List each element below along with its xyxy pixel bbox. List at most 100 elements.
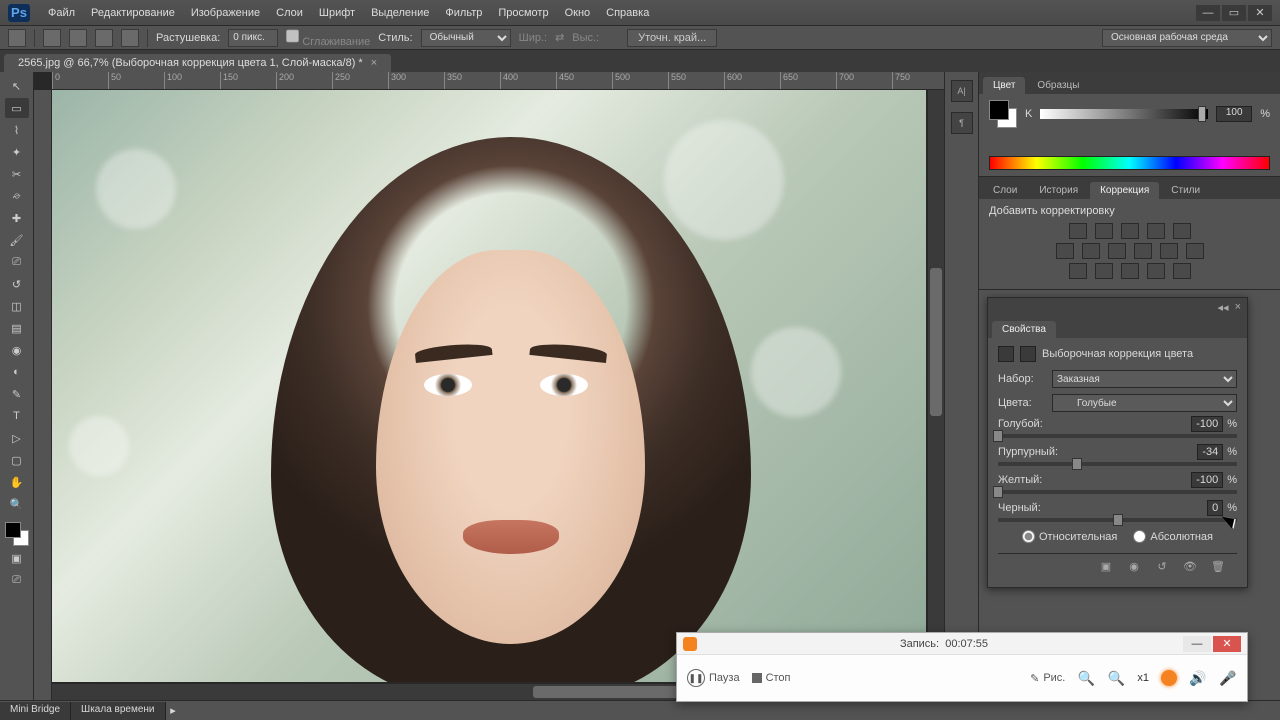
maximize-button[interactable]: ▭ — [1222, 5, 1246, 21]
menu-select[interactable]: Выделение — [363, 3, 437, 23]
slider-track[interactable] — [998, 518, 1237, 522]
tab-adjustments[interactable]: Коррекция — [1090, 182, 1159, 199]
eyedropper-tool[interactable]: ⌮ — [5, 186, 29, 206]
adj-threshold-icon[interactable] — [1121, 263, 1139, 279]
color-swatches[interactable] — [5, 522, 29, 546]
tab-minibridge[interactable]: Mini Bridge — [0, 702, 71, 720]
menu-type[interactable]: Шрифт — [311, 3, 363, 23]
adj-invert-icon[interactable] — [1069, 263, 1087, 279]
brush-tool[interactable]: 🖌 — [5, 230, 29, 250]
screenmode-toggle[interactable]: ⎚ — [5, 570, 29, 590]
character-panel-icon[interactable]: A| — [951, 80, 973, 102]
close-button[interactable]: ✕ — [1248, 5, 1272, 21]
delete-icon[interactable]: 🗑 — [1209, 559, 1227, 575]
menu-view[interactable]: Просмотр — [490, 3, 556, 23]
crop-tool[interactable]: ✂ — [5, 164, 29, 184]
selection-add-icon[interactable] — [69, 29, 87, 47]
path-select-tool[interactable]: ▷ — [5, 428, 29, 448]
view-previous-icon[interactable]: ◉ — [1125, 559, 1143, 575]
slider-value[interactable]: -100 — [1191, 472, 1223, 488]
clip-to-layer-icon[interactable]: ▣ — [1097, 559, 1115, 575]
color-swatch[interactable] — [989, 100, 1017, 128]
panel-close-icon[interactable]: × — [1235, 301, 1241, 313]
preset-select[interactable]: Заказная — [1052, 370, 1237, 388]
adj-colorbalance-icon[interactable] — [1082, 243, 1100, 259]
style-select[interactable]: Обычный — [421, 29, 511, 47]
feather-input[interactable] — [228, 29, 278, 47]
adj-colorlookup-icon[interactable] — [1186, 243, 1204, 259]
stamp-tool[interactable]: ⎚ — [5, 252, 29, 272]
tab-timeline[interactable]: Шкала времени — [71, 702, 165, 720]
stop-button[interactable]: Стоп — [752, 672, 791, 684]
zoom-out-icon[interactable]: 🔍 — [1107, 669, 1125, 687]
refine-edge-button[interactable]: Уточн. край... — [627, 29, 717, 47]
selection-new-icon[interactable] — [43, 29, 61, 47]
draw-button[interactable]: ✎Рис. — [1030, 672, 1065, 685]
menu-help[interactable]: Справка — [598, 3, 657, 23]
menu-edit[interactable]: Редактирование — [83, 3, 183, 23]
slider-value[interactable]: -100 — [1191, 416, 1223, 432]
menu-layer[interactable]: Слои — [268, 3, 311, 23]
adj-photofilter-icon[interactable] — [1134, 243, 1152, 259]
slider-track[interactable] — [998, 490, 1237, 494]
volume-icon[interactable]: 🔊 — [1189, 669, 1207, 687]
hand-tool[interactable]: ✋ — [5, 472, 29, 492]
dodge-tool[interactable]: ◐ — [5, 362, 29, 382]
adj-levels-icon[interactable] — [1095, 223, 1113, 239]
slider-track[interactable] — [998, 434, 1237, 438]
pen-tool[interactable]: ✎ — [5, 384, 29, 404]
screen-recorder-window[interactable]: Запись: 00:07:55 — ✕ ❚❚Пауза Стоп ✎Рис. … — [676, 632, 1248, 702]
quickmask-toggle[interactable]: ▣ — [5, 548, 29, 568]
adj-brightness-icon[interactable] — [1069, 223, 1087, 239]
history-brush-tool[interactable]: ↺ — [5, 274, 29, 294]
adj-bw-icon[interactable] — [1108, 243, 1126, 259]
workspace-select[interactable]: Основная рабочая среда — [1102, 29, 1272, 47]
eraser-tool[interactable]: ◫ — [5, 296, 29, 316]
tab-layers[interactable]: Слои — [983, 182, 1027, 199]
tool-preset-icon[interactable] — [8, 29, 26, 47]
slider-value[interactable]: 0 — [1207, 500, 1223, 516]
k-slider[interactable] — [1040, 109, 1208, 119]
gradient-tool[interactable]: ▤ — [5, 318, 29, 338]
blur-tool[interactable]: ◉ — [5, 340, 29, 360]
adj-selectivecolor-icon[interactable] — [1173, 263, 1191, 279]
adj-gradientmap-icon[interactable] — [1147, 263, 1165, 279]
adj-exposure-icon[interactable] — [1147, 223, 1165, 239]
selection-intersect-icon[interactable] — [121, 29, 139, 47]
recorder-close[interactable]: ✕ — [1213, 636, 1241, 652]
k-value[interactable]: 100 — [1216, 106, 1252, 122]
close-tab-icon[interactable]: × — [371, 57, 377, 69]
healing-tool[interactable]: ✚ — [5, 208, 29, 228]
recorder-minimize[interactable]: — — [1183, 636, 1211, 652]
move-tool[interactable]: ↖ — [5, 76, 29, 96]
zoom-tool[interactable]: 🔍 — [5, 494, 29, 514]
lasso-tool[interactable]: ⌇ — [5, 120, 29, 140]
panel-collapse-icon[interactable]: ◂◂ — [1218, 301, 1229, 314]
tab-history[interactable]: История — [1029, 182, 1088, 199]
mode-absolute[interactable]: Абсолютная — [1133, 530, 1213, 543]
minimize-button[interactable]: — — [1196, 5, 1220, 21]
marquee-tool[interactable]: ▭ — [5, 98, 29, 118]
type-tool[interactable]: T — [5, 406, 29, 426]
reset-icon[interactable]: ↺ — [1153, 559, 1171, 575]
adj-channelmixer-icon[interactable] — [1160, 243, 1178, 259]
tab-properties[interactable]: Свойства — [992, 321, 1056, 338]
color-ramp[interactable] — [989, 156, 1270, 170]
zoom-in-icon[interactable]: 🔍 — [1077, 669, 1095, 687]
adj-posterize-icon[interactable] — [1095, 263, 1113, 279]
slider-value[interactable]: -34 — [1197, 444, 1223, 460]
paragraph-panel-icon[interactable]: ¶ — [951, 112, 973, 134]
menu-image[interactable]: Изображение — [183, 3, 268, 23]
canvas[interactable] — [52, 90, 926, 682]
tab-swatches[interactable]: Образцы — [1027, 77, 1089, 94]
colors-select[interactable]: Голубые — [1052, 394, 1237, 412]
tab-color[interactable]: Цвет — [983, 77, 1025, 94]
magic-wand-tool[interactable]: ✦ — [5, 142, 29, 162]
adj-vibrance-icon[interactable] — [1173, 223, 1191, 239]
selection-subtract-icon[interactable] — [95, 29, 113, 47]
mask-icon[interactable] — [1020, 346, 1036, 362]
document-tab[interactable]: 2565.jpg @ 66,7% (Выборочная коррекция ц… — [4, 54, 391, 72]
tab-styles[interactable]: Стили — [1161, 182, 1210, 199]
menu-file[interactable]: Файл — [40, 3, 83, 23]
shape-tool[interactable]: ▢ — [5, 450, 29, 470]
